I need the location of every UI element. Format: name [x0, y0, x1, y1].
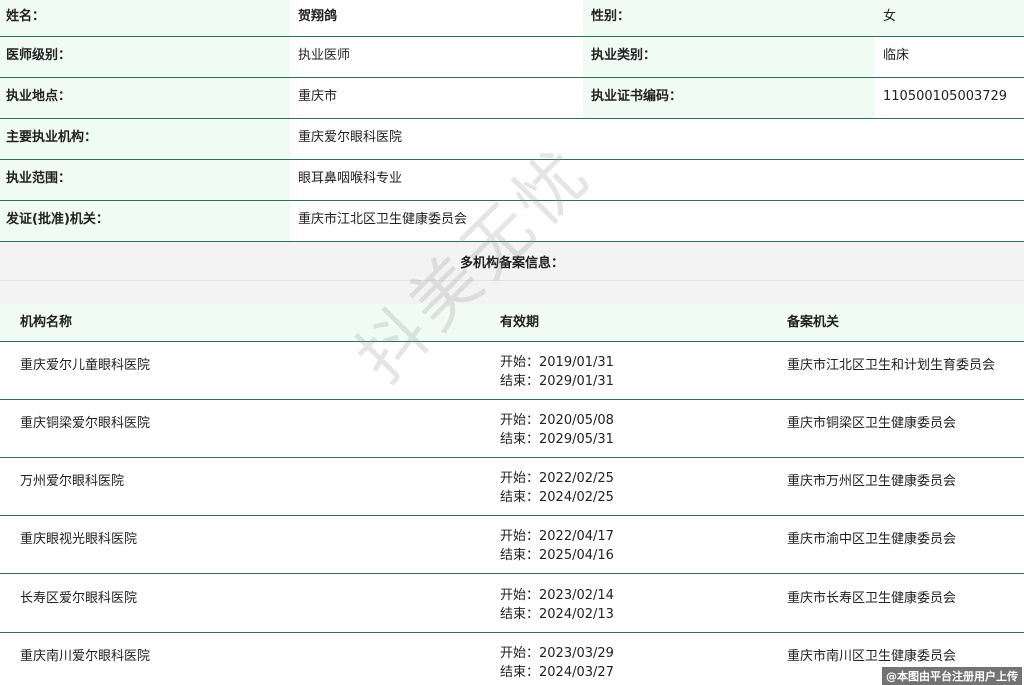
cert-label: 执业证书编码：	[583, 78, 875, 118]
issuer-label: 发证(批准)机关：	[0, 201, 290, 241]
level-value: 执业医师	[290, 37, 583, 77]
start-date: 开始：2023/02/14	[500, 588, 614, 603]
filing-authority: 重庆市长寿区卫生健康委员会	[787, 591, 957, 606]
scope-label: 执业范围：	[0, 160, 290, 200]
institution-name: 重庆南川爱尔眼科医院	[20, 649, 151, 664]
info-row-issuer: 发证(批准)机关： 重庆市江北区卫生健康委员会	[0, 201, 1024, 242]
multi-section-title: 多机构备案信息：	[459, 256, 564, 271]
filing-authority: 重庆市渝中区卫生健康委员会	[787, 532, 957, 547]
scope-value: 眼耳鼻咽喉科专业	[290, 160, 1024, 200]
category-label: 执业类别：	[583, 37, 875, 77]
validity-dates: 开始：2022/04/17 结束：2025/04/16	[500, 527, 614, 565]
column-header-institution: 机构名称	[20, 315, 73, 330]
cert-value: 110500105003729	[875, 78, 1024, 118]
filing-authority: 重庆市南川区卫生健康委员会	[787, 649, 957, 664]
location-value: 重庆市	[290, 78, 583, 118]
issuer-value: 重庆市江北区卫生健康委员会	[290, 201, 1024, 241]
end-date: 结束：2024/02/13	[500, 607, 614, 622]
start-date: 开始：2022/04/17	[500, 529, 614, 544]
org-label: 主要执业机构：	[0, 119, 290, 159]
table-row: 重庆南川爱尔眼科医院 开始：2023/03/29 结束：2024/03/27 重…	[0, 633, 1024, 685]
gender-label: 性别：	[583, 0, 875, 36]
start-date: 开始：2020/05/08	[500, 413, 614, 428]
gender-value: 女	[875, 0, 1024, 36]
table-row: 重庆爱尔儿童眼科医院 开始：2019/01/31 结束：2029/01/31 重…	[0, 342, 1024, 400]
info-row-org: 主要执业机构： 重庆爱尔眼科医院	[0, 119, 1024, 160]
column-header-validity: 有效期	[500, 315, 540, 330]
start-date: 开始：2019/01/31	[500, 355, 614, 370]
validity-dates: 开始：2022/02/25 结束：2024/02/25	[500, 469, 614, 507]
institution-name: 重庆铜梁爱尔眼科医院	[20, 416, 151, 431]
end-date: 结束：2024/03/27	[500, 665, 614, 680]
info-row-level: 医师级别： 执业医师 执业类别： 临床	[0, 37, 1024, 78]
table-row: 长寿区爱尔眼科医院 开始：2023/02/14 结束：2024/02/13 重庆…	[0, 575, 1024, 633]
info-row-location: 执业地点： 重庆市 执业证书编码： 110500105003729	[0, 78, 1024, 119]
end-date: 结束：2024/02/25	[500, 490, 614, 505]
category-value: 临床	[875, 37, 1024, 77]
institution-name: 万州爱尔眼科医院	[20, 474, 125, 489]
multi-table-header: 机构名称 有效期 备案机关	[0, 304, 1024, 342]
start-date: 开始：2023/03/29	[500, 646, 614, 661]
org-value: 重庆爱尔眼科医院	[290, 119, 1024, 159]
institution-name: 重庆眼视光眼科医院	[20, 532, 138, 547]
name-value: 贺翔鸽	[290, 0, 583, 36]
end-date: 结束：2029/05/31	[500, 432, 614, 447]
validity-dates: 开始：2019/01/31 结束：2029/01/31	[500, 353, 614, 391]
multi-section-header: 多机构备案信息：	[0, 242, 1024, 304]
info-row-scope: 执业范围： 眼耳鼻咽喉科专业	[0, 160, 1024, 201]
upload-notice: @本图由平台注册用户上传	[882, 667, 1022, 685]
level-label: 医师级别：	[0, 37, 290, 77]
validity-dates: 开始：2023/02/14 结束：2024/02/13	[500, 586, 614, 624]
institution-name: 重庆爱尔儿童眼科医院	[20, 358, 151, 373]
filing-authority: 重庆市江北区卫生和计划生育委员会	[787, 358, 996, 373]
institution-name: 长寿区爱尔眼科医院	[20, 591, 138, 606]
divider	[0, 280, 1024, 281]
validity-dates: 开始：2020/05/08 结束：2029/05/31	[500, 411, 614, 449]
table-row: 重庆眼视光眼科医院 开始：2022/04/17 结束：2025/04/16 重庆…	[0, 516, 1024, 574]
name-label: 姓名：	[0, 0, 290, 36]
column-header-authority: 备案机关	[787, 315, 840, 330]
filing-authority: 重庆市万州区卫生健康委员会	[787, 474, 957, 489]
info-row-name: 姓名： 贺翔鸽 性别： 女	[0, 0, 1024, 37]
location-label: 执业地点：	[0, 78, 290, 118]
filing-authority: 重庆市铜梁区卫生健康委员会	[787, 416, 957, 431]
end-date: 结束：2025/04/16	[500, 548, 614, 563]
start-date: 开始：2022/02/25	[500, 471, 614, 486]
table-row: 重庆铜梁爱尔眼科医院 开始：2020/05/08 结束：2029/05/31 重…	[0, 400, 1024, 458]
end-date: 结束：2029/01/31	[500, 374, 614, 389]
validity-dates: 开始：2023/03/29 结束：2024/03/27	[500, 644, 614, 682]
table-row: 万州爱尔眼科医院 开始：2022/02/25 结束：2024/02/25 重庆市…	[0, 458, 1024, 516]
